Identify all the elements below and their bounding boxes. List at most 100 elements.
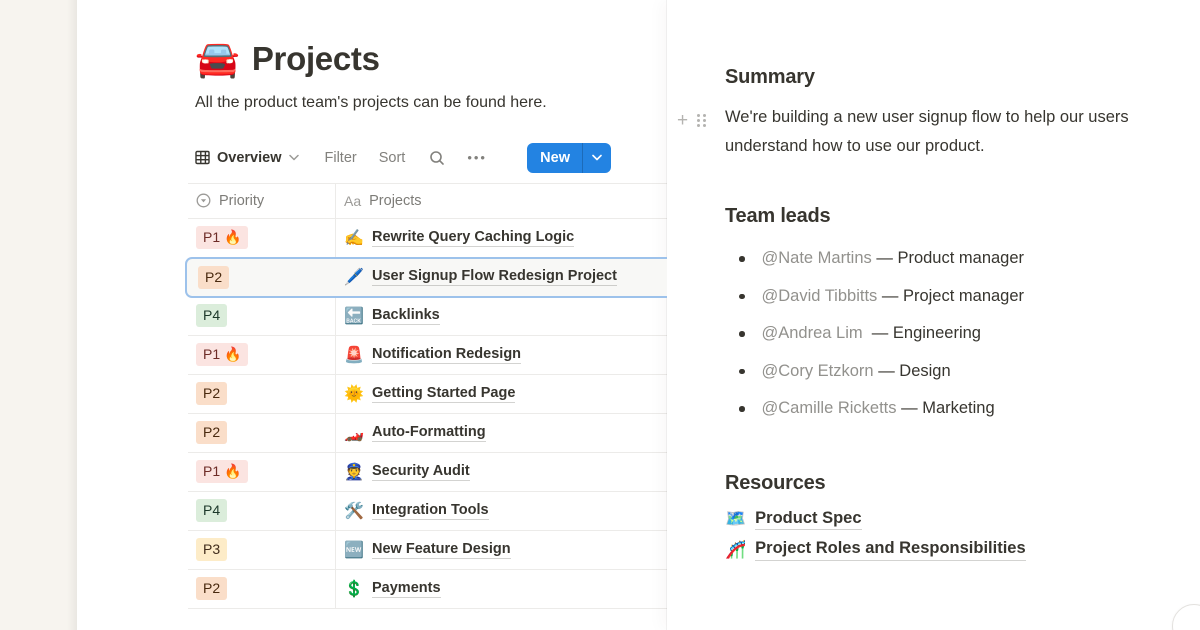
- priority-cell[interactable]: P1 🔥: [188, 219, 336, 257]
- project-cell[interactable]: 🆕 New Feature Design: [336, 531, 667, 569]
- user-mention[interactable]: @Andrea Lim: [762, 324, 863, 343]
- page-header: 🚘 Projects: [195, 40, 667, 78]
- column-header-priority[interactable]: Priority: [188, 184, 336, 218]
- workspace-sidebar-edge: [0, 0, 77, 630]
- project-cell[interactable]: 👮 Security Audit: [336, 453, 667, 491]
- page-description: All the product team's projects can be f…: [195, 91, 547, 115]
- user-mention[interactable]: @Nate Martins: [762, 249, 872, 268]
- project-cell[interactable]: 🏎️ Auto-Formatting: [336, 414, 667, 452]
- app-window: 🚘 Projects All the product team's projec…: [0, 0, 1200, 630]
- project-title-link[interactable]: Notification Redesign: [372, 346, 521, 364]
- priority-cell[interactable]: P4: [188, 297, 336, 335]
- drag-handle-icon[interactable]: [697, 114, 706, 127]
- resource-link[interactable]: 🎢 Project Roles and Responsibilities: [725, 539, 1176, 561]
- more-options-button[interactable]: •••: [467, 150, 487, 165]
- project-title-link[interactable]: Getting Started Page: [372, 385, 515, 403]
- table-header-row: Priority Aa Projects: [188, 183, 667, 219]
- database-toolbar: Overview Filter Sort ••• New: [195, 142, 667, 174]
- priority-cell[interactable]: P2: [187, 259, 335, 296]
- sort-button[interactable]: Sort: [379, 150, 406, 166]
- page-emoji-icon[interactable]: 🚘: [195, 41, 240, 77]
- project-title-link[interactable]: User Signup Flow Redesign Project: [372, 268, 617, 286]
- priority-badge[interactable]: P2: [198, 266, 229, 289]
- project-title-link[interactable]: Integration Tools: [372, 502, 489, 520]
- team-lead-item: @Andrea Lim — Engineering: [725, 315, 1176, 353]
- priority-cell[interactable]: P1 🔥: [188, 336, 336, 374]
- user-mention[interactable]: @Cory Etzkorn: [762, 362, 874, 381]
- table-row[interactable]: P4 🛠️ Integration Tools: [188, 492, 667, 531]
- search-icon[interactable]: [429, 150, 445, 166]
- chevron-down-icon: [289, 154, 299, 161]
- table-view-icon: [195, 150, 210, 165]
- view-switcher-overview[interactable]: Overview: [195, 150, 299, 166]
- project-emoji-icon: 💲: [344, 579, 364, 599]
- column-header-projects[interactable]: Aa Projects: [336, 184, 667, 218]
- project-title-link[interactable]: New Feature Design: [372, 541, 511, 559]
- project-cell[interactable]: 🖊️ User Signup Flow Redesign Project: [335, 259, 667, 296]
- summary-heading: Summary: [725, 66, 1176, 89]
- priority-badge[interactable]: P4: [196, 304, 227, 327]
- priority-badge[interactable]: P2: [196, 382, 227, 405]
- column-label: Priority: [219, 193, 264, 209]
- team-lead-item: @David Tibbitts — Project manager: [725, 278, 1176, 316]
- team-lead-item: @Cory Etzkorn — Design: [725, 353, 1176, 391]
- table-row[interactable]: P2 🌞 Getting Started Page: [188, 375, 667, 414]
- project-title-link[interactable]: Payments: [372, 580, 441, 598]
- user-mention[interactable]: @David Tibbitts: [762, 287, 878, 306]
- project-emoji-icon: 🆕: [344, 540, 364, 560]
- table-row[interactable]: P1 🔥 ✍️ Rewrite Query Caching Logic: [188, 219, 667, 258]
- project-cell[interactable]: 🔙 Backlinks: [336, 297, 667, 335]
- project-cell[interactable]: 🌞 Getting Started Page: [336, 375, 667, 413]
- priority-cell[interactable]: P2: [188, 570, 336, 608]
- filter-button[interactable]: Filter: [325, 150, 357, 166]
- table-row[interactable]: P1 🔥 🚨 Notification Redesign: [188, 336, 667, 375]
- projects-table: Priority Aa Projects P1 🔥 ✍️ Rewrite Que…: [188, 183, 667, 609]
- priority-badge[interactable]: P2: [196, 421, 227, 444]
- table-row[interactable]: P1 🔥 👮 Security Audit: [188, 453, 667, 492]
- help-button[interactable]: [1172, 604, 1200, 630]
- priority-badge[interactable]: P1 🔥: [196, 460, 248, 483]
- table-row[interactable]: P2 🏎️ Auto-Formatting: [188, 414, 667, 453]
- priority-badge[interactable]: P1 🔥: [196, 343, 248, 366]
- new-button-label: New: [527, 143, 582, 173]
- team-lead-item: @Nate Martins — Product manager: [725, 240, 1176, 278]
- team-leads-list: @Nate Martins — Product manager @David T…: [725, 240, 1176, 428]
- table-row[interactable]: P2 🖊️ User Signup Flow Redesign Project: [185, 257, 667, 298]
- priority-cell[interactable]: P2: [188, 414, 336, 452]
- table-row[interactable]: P2 💲 Payments: [188, 570, 667, 609]
- new-button[interactable]: New: [527, 143, 611, 173]
- bullet-icon: [739, 331, 745, 337]
- view-label: Overview: [217, 150, 282, 166]
- project-cell[interactable]: 🚨 Notification Redesign: [336, 336, 667, 374]
- priority-badge[interactable]: P4: [196, 499, 227, 522]
- priority-cell[interactable]: P1 🔥: [188, 453, 336, 491]
- project-emoji-icon: 🔙: [344, 306, 364, 326]
- team-role: — Engineering: [863, 324, 981, 343]
- summary-text: We're building a new user signup flow to…: [725, 103, 1200, 161]
- project-title-link[interactable]: Rewrite Query Caching Logic: [372, 229, 574, 247]
- table-row[interactable]: P4 🔙 Backlinks: [188, 297, 667, 336]
- project-title-link[interactable]: Backlinks: [372, 307, 440, 325]
- project-emoji-icon: 🌞: [344, 384, 364, 404]
- priority-cell[interactable]: P4: [188, 492, 336, 530]
- add-block-plus-icon[interactable]: +: [677, 111, 688, 130]
- priority-badge[interactable]: P3: [196, 538, 227, 561]
- priority-cell[interactable]: P2: [188, 375, 336, 413]
- project-cell[interactable]: 💲 Payments: [336, 570, 667, 608]
- project-title-link[interactable]: Auto-Formatting: [372, 424, 486, 442]
- resource-label: Project Roles and Responsibilities: [755, 539, 1026, 561]
- table-row[interactable]: P3 🆕 New Feature Design: [188, 531, 667, 570]
- team-role: — Project manager: [877, 287, 1024, 306]
- user-mention[interactable]: @Camille Ricketts: [762, 399, 897, 418]
- block-handles: +: [677, 111, 706, 130]
- project-cell[interactable]: ✍️ Rewrite Query Caching Logic: [336, 219, 667, 257]
- new-button-chevron-down-icon[interactable]: [583, 143, 611, 173]
- priority-cell[interactable]: P3: [188, 531, 336, 569]
- project-cell[interactable]: 🛠️ Integration Tools: [336, 492, 667, 530]
- resource-link[interactable]: 🗺️ Product Spec: [725, 509, 1176, 531]
- priority-badge[interactable]: P2: [196, 577, 227, 600]
- priority-badge[interactable]: P1 🔥: [196, 226, 248, 249]
- resource-emoji-icon: 🗺️: [725, 509, 746, 529]
- project-title-link[interactable]: Security Audit: [372, 463, 470, 481]
- column-label: Projects: [369, 193, 421, 209]
